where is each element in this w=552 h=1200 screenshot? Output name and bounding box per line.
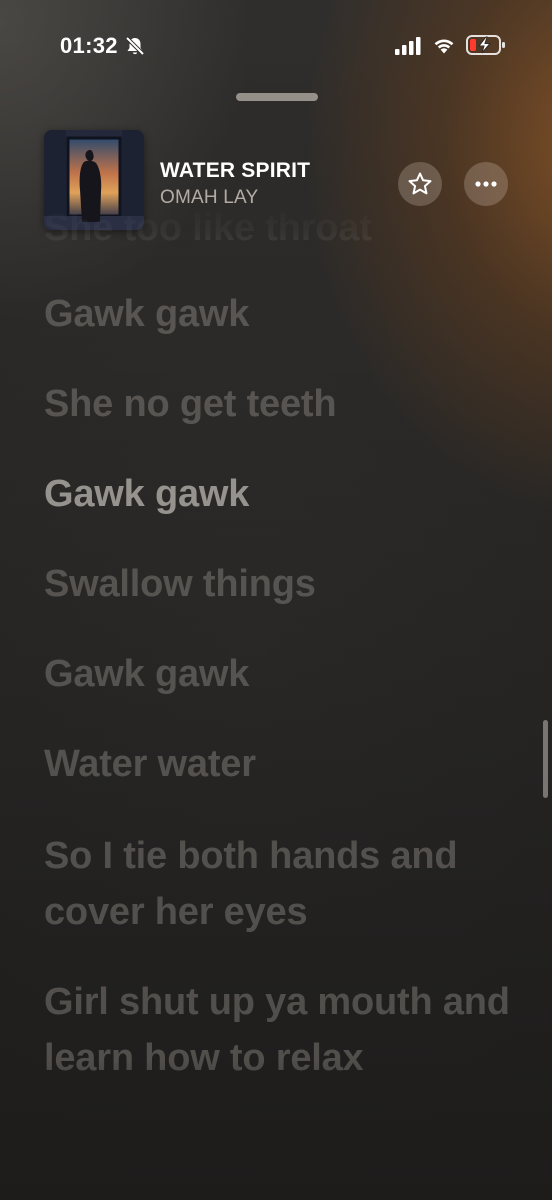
lyric-line[interactable]: So I tie both hands and cover her eyes (44, 828, 514, 940)
battery-low-charging-icon (466, 35, 505, 55)
star-icon (408, 172, 432, 195)
lyric-line[interactable]: She no get teeth (44, 376, 514, 432)
sheet-grabber[interactable] (236, 93, 318, 101)
lyric-line[interactable]: Swallow things (44, 556, 514, 612)
lyric-line[interactable]: She too like throat (44, 200, 514, 256)
lyric-line-current[interactable]: Gawk gawk (44, 466, 514, 522)
bell-slash-icon (125, 36, 145, 56)
lyrics-view[interactable]: She too like throat Gawk gawk She no get… (0, 200, 552, 1140)
wifi-icon (434, 39, 454, 54)
cellular-signal-icon (395, 37, 421, 55)
status-bar: 01:32 (0, 0, 552, 90)
status-time: 01:32 (60, 33, 118, 58)
lyric-line[interactable]: Girl shut up ya mouth and learn how to r… (44, 974, 514, 1086)
song-title[interactable]: WATER SPIRIT (160, 159, 310, 183)
lyric-line[interactable]: Water water (44, 736, 514, 792)
lyric-line[interactable]: Gawk gawk (44, 286, 514, 342)
lyric-line[interactable]: Gawk gawk (44, 646, 514, 702)
scroll-indicator[interactable] (543, 720, 548, 798)
ellipsis-icon (475, 181, 497, 187)
